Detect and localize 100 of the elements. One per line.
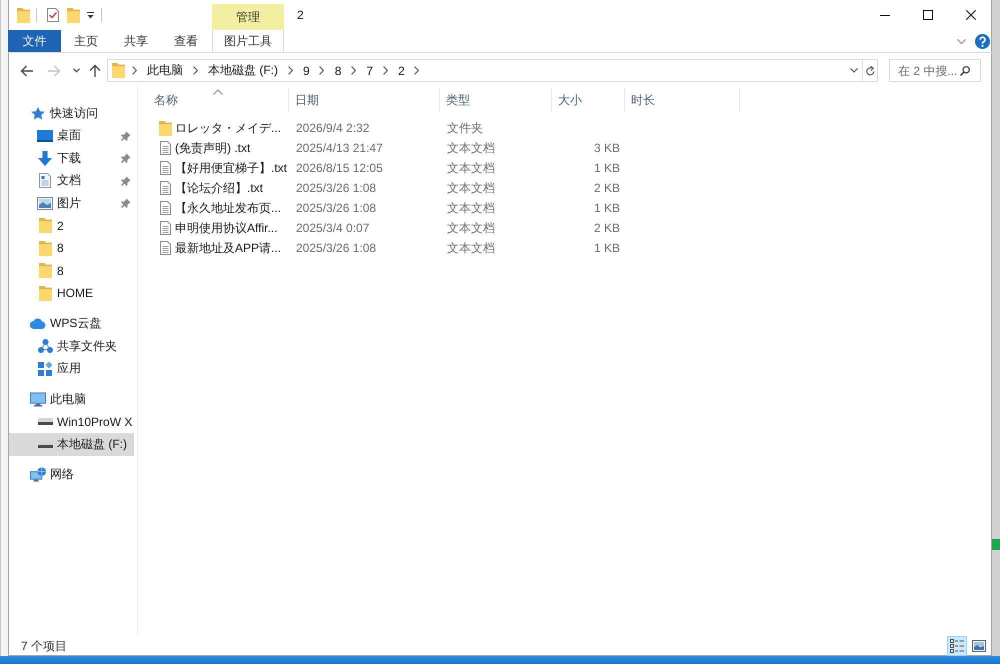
folder-icon [38,240,52,256]
chevron-right-icon[interactable] [288,66,292,75]
file-name: 【论坛介绍】.txt [175,180,264,196]
text-file-icon [160,141,170,155]
nav-item[interactable]: 应用 [9,358,134,380]
file-size: 2 KB [594,181,620,195]
pin-icon[interactable] [121,153,131,164]
nav-item[interactable]: 此电脑 [9,388,134,410]
caret-down-icon[interactable] [86,12,94,18]
nav-item[interactable]: Win10ProW X [9,410,134,433]
file-type: 文本文档 [447,160,495,176]
text-file-icon [160,241,170,255]
chevron-right-icon[interactable] [132,66,136,75]
file-row[interactable]: ロレッタ・メイデ... 2026/9/4 2:32 文件夹 [148,118,740,138]
close-icon[interactable] [966,10,976,20]
ribbon-tab[interactable]: 共享 [111,30,161,52]
nav-item[interactable]: WPS云盘 [9,312,134,335]
file-name: (免责声明) .txt [175,140,250,156]
large-icons-view-icon [972,640,986,652]
pin-icon[interactable] [121,176,131,186]
file-name: 【永久地址发布页... [175,200,282,216]
nav-item[interactable]: HOME [9,282,134,304]
nav-item[interactable]: 网络 [9,464,134,486]
computer-icon [30,392,46,407]
breadcrumb[interactable]: 2 [391,60,411,81]
file-date: 2025/3/4 0:07 [296,221,370,235]
file-row[interactable]: 申明使用协议Affir... 2025/3/4 0:07 文本文档 2 KB [148,218,740,238]
refresh-icon[interactable] [866,66,874,76]
file-date: 2025/3/26 1:08 [296,241,376,255]
bar-fragment [992,539,1000,550]
nav-item[interactable]: 本地磁盘 (F:) [9,433,134,456]
file-date: 2025/3/26 1:08 [296,201,376,215]
address-bar[interactable]: 此电脑 本地磁盘 (F:) 9 8 7 2 [107,59,878,82]
column-header[interactable]: 类型 [440,88,552,112]
breadcrumb[interactable]: 9 [296,60,316,81]
minimize-icon[interactable] [880,14,890,16]
file-type: 文本文档 [447,220,495,236]
column-header[interactable]: 名称 [148,88,289,112]
chevron-down-icon[interactable] [850,68,858,73]
ribbon-tab[interactable]: 文件 [8,30,61,52]
file-date: 2026/8/15 12:05 [296,161,383,175]
column-header[interactable]: 日期 [289,88,440,112]
breadcrumb[interactable]: 8 [328,60,348,81]
ribbon-tab[interactable]: 查看 [161,30,211,52]
pin-icon[interactable] [121,198,131,208]
pin-icon[interactable] [121,130,131,141]
file-date: 2025/4/13 21:47 [296,141,383,155]
share-nodes-icon [38,339,52,354]
cloud-icon [30,318,46,330]
file-size: 1 KB [594,161,620,175]
file-row[interactable]: 【论坛介绍】.txt 2025/3/26 1:08 文本文档 2 KB [148,178,740,198]
file-type: 文本文档 [447,240,495,256]
ribbon-tab[interactable]: 图片工具 [212,30,284,52]
chevron-right-icon[interactable] [192,66,198,75]
file-size: 1 KB [594,201,620,215]
file-name: 申明使用协议Affir... [175,220,278,236]
nav-item[interactable]: 文档 [9,170,134,192]
ribbon-tab[interactable]: 主页 [61,30,111,52]
nav-item[interactable]: 共享文件夹 [9,335,134,358]
up-arrow-icon[interactable] [89,64,101,77]
contextual-tab-header: 管理 [212,4,284,30]
view-toggle[interactable] [947,636,967,656]
monitor-icon [37,130,53,142]
document-icon [39,173,51,188]
file-row[interactable]: (免责声明) .txt 2025/4/13 21:47 文本文档 3 KB [148,138,740,158]
help-icon[interactable] [975,34,990,48]
text-file-icon [160,221,170,235]
search-field[interactable]: 在 2 中搜... [889,59,981,82]
text-file-icon [160,181,170,195]
breadcrumb[interactable]: 此电脑 [140,60,189,81]
nav-item[interactable]: 图片 [9,192,134,214]
chevron-right-icon[interactable] [350,66,356,75]
nav-item[interactable]: 快速访问 [9,102,134,124]
search-icon[interactable] [960,66,970,76]
properties-icon[interactable] [47,8,59,22]
breadcrumb[interactable]: 7 [359,60,380,81]
folder-icon [112,63,125,78]
chevron-right-icon[interactable] [382,66,388,75]
nav-item[interactable]: 桌面 [9,124,134,147]
apps-grid-icon [38,362,52,376]
back-arrow-icon[interactable] [20,64,32,76]
file-row[interactable]: 【永久地址发布页... 2025/3/26 1:08 文本文档 1 KB [148,198,740,218]
column-header[interactable]: 大小 [552,88,625,112]
chevron-right-icon[interactable] [319,66,324,75]
nav-item[interactable]: 8 [9,237,134,260]
file-row[interactable]: 【好用便宜梯子】.txt 2026/8/15 12:05 文本文档 1 KB [148,158,740,178]
nav-item[interactable]: 2 [9,214,134,237]
file-name: ロレッタ・メイデ... [175,120,282,136]
folder-icon [158,120,172,136]
nav-item[interactable]: 8 [9,260,134,282]
file-date: 2026/9/4 2:32 [296,121,370,135]
maximize-icon[interactable] [922,10,932,20]
file-row[interactable]: 最新地址及APP请... 2025/3/26 1:08 文本文档 1 KB [148,238,740,258]
column-header[interactable]: 时长 [625,88,740,112]
nav-item[interactable]: 下载 [9,147,134,170]
file-type: 文本文档 [447,200,495,216]
chevron-right-icon[interactable] [414,66,420,75]
file-name: 最新地址及APP请... [175,240,282,256]
chevron-down-icon[interactable] [72,68,80,73]
breadcrumb[interactable]: 本地磁盘 (F:) [201,60,284,81]
